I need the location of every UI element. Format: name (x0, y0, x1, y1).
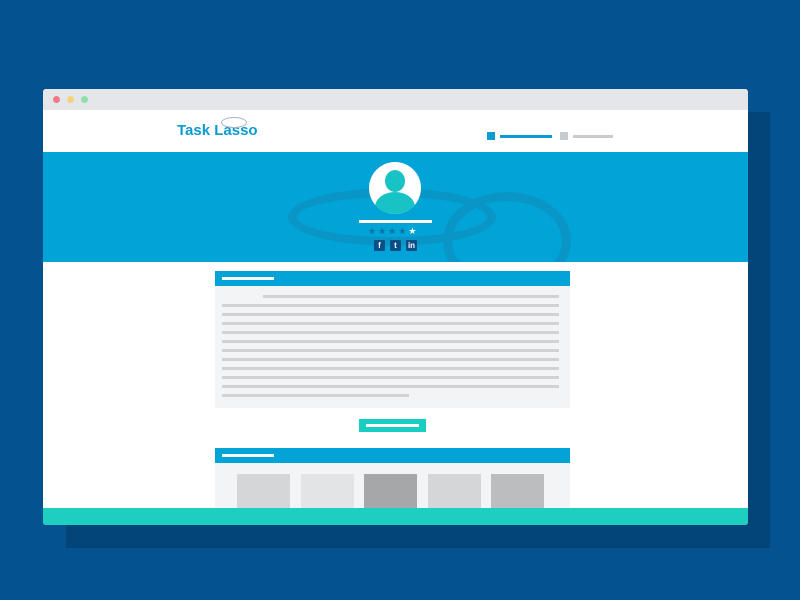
gallery-panel-title-placeholder (222, 454, 274, 457)
rating-stars: ★ ★ ★ ★ ★ (368, 226, 428, 236)
about-panel-title-placeholder (222, 277, 274, 280)
contact-button-label-placeholder (366, 424, 419, 427)
gallery-panel (215, 448, 570, 508)
contact-button[interactable] (359, 419, 426, 432)
avatar (369, 162, 421, 214)
text-line-placeholder (222, 358, 559, 361)
profile-name-placeholder (359, 220, 432, 223)
site-header: Task Lasso (43, 110, 748, 152)
browser-window: Task Lasso ★ ★ ★ ★ ★ f t in (43, 89, 748, 525)
text-line-placeholder (222, 349, 559, 352)
gallery-thumbnail[interactable] (491, 474, 544, 508)
star-icon: ★ (378, 226, 387, 236)
user-silhouette-body (375, 192, 415, 214)
text-line-placeholder (222, 385, 559, 388)
star-icon: ★ (388, 226, 397, 236)
gallery-panel-header (215, 448, 570, 463)
star-icon: ★ (368, 226, 377, 236)
text-line-placeholder (222, 304, 559, 307)
about-panel (215, 271, 570, 408)
text-line-placeholder (222, 313, 559, 316)
gallery-thumbnail[interactable] (237, 474, 290, 508)
text-line-placeholder (222, 376, 559, 379)
nav-step-1-label[interactable] (500, 135, 552, 138)
gallery-thumbnail[interactable] (427, 474, 481, 508)
gallery-thumbnail[interactable] (364, 474, 417, 508)
social-links: f t in (374, 240, 417, 251)
minimize-window-button[interactable] (67, 96, 74, 103)
lasso-icon (221, 117, 247, 128)
twitter-icon[interactable]: t (390, 240, 401, 251)
linkedin-icon[interactable]: in (406, 240, 417, 251)
text-line-placeholder (222, 367, 559, 370)
profile-hero: ★ ★ ★ ★ ★ f t in (43, 152, 748, 262)
text-line-placeholder (263, 295, 559, 298)
nav-step-2-icon[interactable] (560, 132, 568, 140)
star-icon: ★ (408, 226, 417, 236)
maximize-window-button[interactable] (81, 96, 88, 103)
text-line-placeholder (222, 331, 559, 334)
user-silhouette-icon (385, 170, 405, 192)
text-line-placeholder (222, 394, 409, 397)
text-line-placeholder (222, 340, 559, 343)
about-panel-header (215, 271, 570, 286)
nav-step-1-icon[interactable] (487, 132, 495, 140)
text-line-placeholder (222, 322, 559, 325)
title-bar (43, 89, 748, 110)
nav-step-2-label[interactable] (573, 135, 613, 138)
close-window-button[interactable] (53, 96, 60, 103)
star-icon: ★ (398, 226, 407, 236)
facebook-icon[interactable]: f (374, 240, 385, 251)
gallery-thumbnail[interactable] (300, 474, 354, 508)
footer-band (43, 508, 748, 525)
